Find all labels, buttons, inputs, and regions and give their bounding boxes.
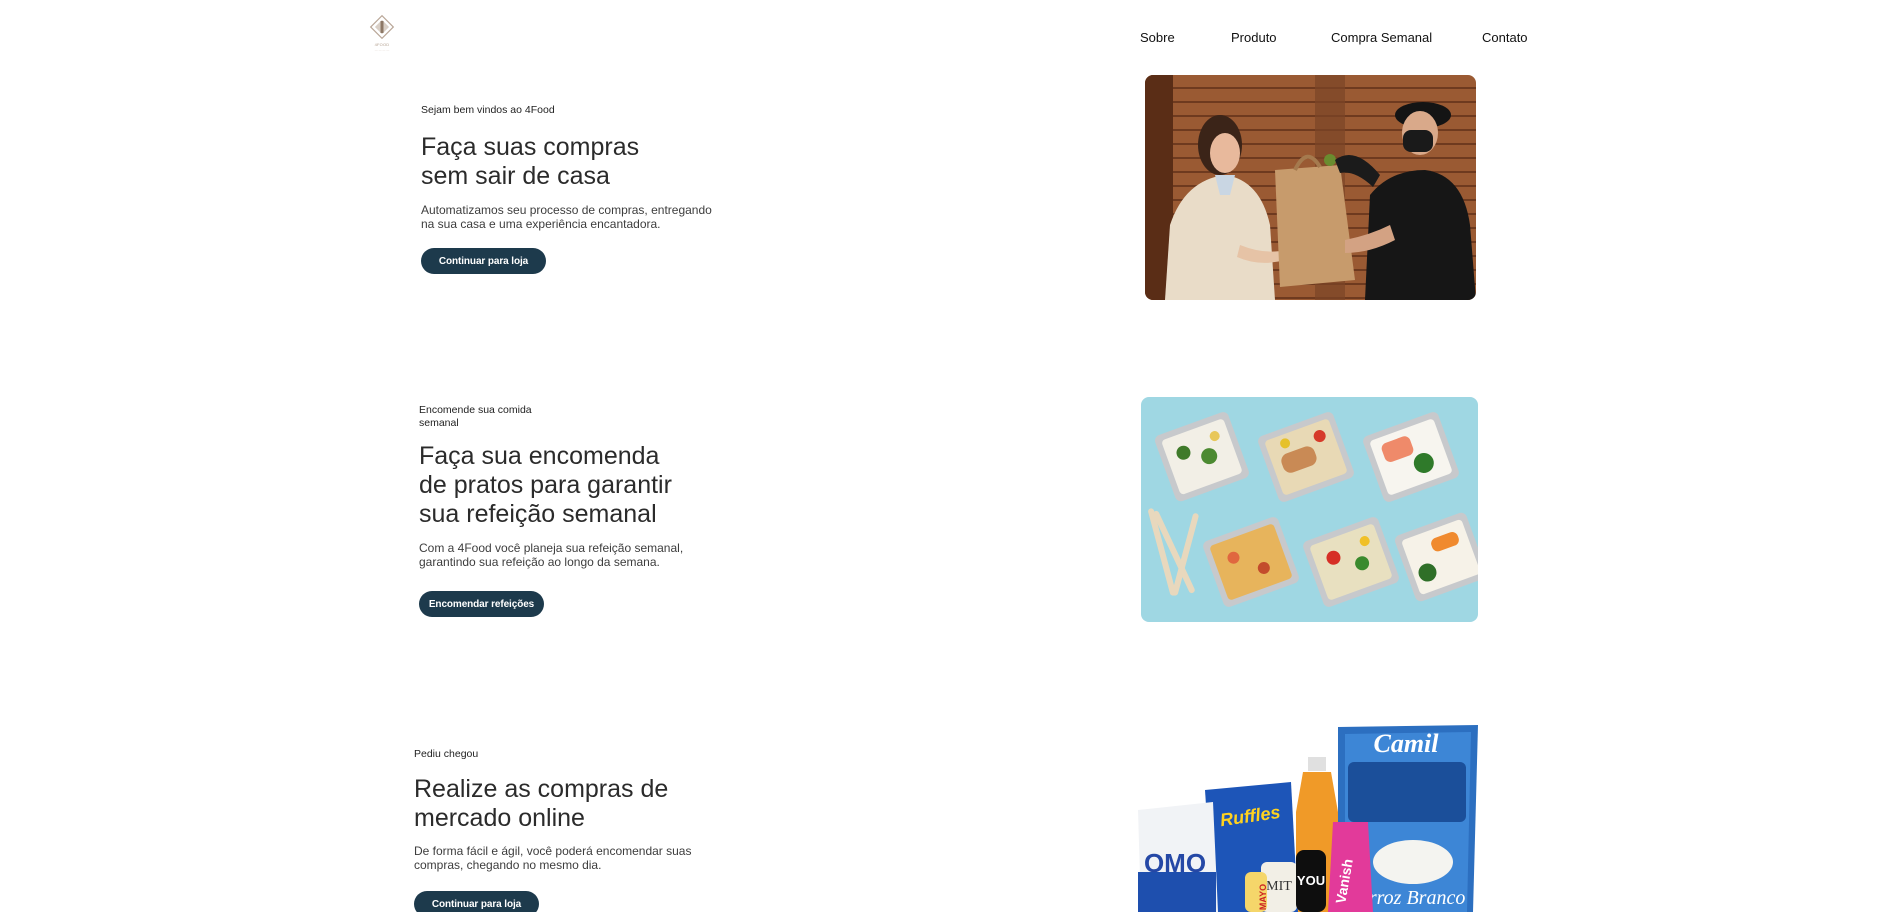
market-title-line: Realize as compras de: [414, 775, 669, 803]
hero-title-line: Faça suas compras: [421, 133, 640, 161]
market-section: Pediu chegou Realize as compras de merca…: [414, 748, 691, 872]
hero-eyebrow: Sejam bem vindos ao 4Food: [421, 104, 555, 116]
grocery-products-photo: Camil Arroz Branco Vanish Ruffles OMO MI…: [1133, 722, 1483, 912]
market-desc-line: compras, chegando no mesmo dia.: [414, 858, 602, 872]
nav-contato[interactable]: Contato: [1482, 30, 1528, 45]
mit-text: MIT: [1266, 879, 1292, 894]
you-text: YOU: [1297, 873, 1325, 888]
market-eyebrow: Pediu chegou: [414, 748, 479, 760]
camil-brand-text: Camil: [1373, 729, 1439, 758]
weekly-eyebrow: Encomende sua comida semanal: [419, 404, 683, 430]
weekly-eyebrow-line: Encomende sua comida: [419, 404, 532, 416]
omo-text: OMO: [1144, 848, 1206, 878]
weekly-title-line: sua refeição semanal: [419, 500, 657, 528]
meals-photo: [1141, 397, 1478, 622]
hero-title: Faça suas compras sem sair de casa: [421, 133, 712, 191]
logo[interactable]: 4FOOD — — — —: [365, 14, 399, 58]
mayo-text: MAYO: [1258, 884, 1268, 910]
diamond-logo-icon: [369, 14, 395, 40]
weekly-section: Encomende sua comida semanal Faça sua en…: [419, 404, 683, 569]
nav-compra-semanal[interactable]: Compra Semanal: [1331, 30, 1432, 45]
weekly-title-line: Faça sua encomenda: [419, 442, 660, 470]
hero-description: Automatizamos seu processo de compras, e…: [421, 203, 712, 231]
nav-produto[interactable]: Produto: [1231, 30, 1277, 45]
logo-caption: 4FOOD: [374, 42, 390, 47]
hero-desc-line: na sua casa e uma experiência encantador…: [421, 217, 661, 231]
hero-section: Sejam bem vindos ao 4Food Faça suas comp…: [421, 104, 712, 231]
weekly-title-line: de pratos para garantir: [419, 471, 672, 499]
weekly-desc-line: garantindo sua refeição ao longo da sema…: [419, 555, 660, 569]
weekly-eyebrow-line: semanal: [419, 417, 459, 429]
hero-title-line: sem sair de casa: [421, 162, 610, 190]
market-description: De forma fácil e ágil, você poderá encom…: [414, 844, 691, 872]
continue-to-store-button[interactable]: Continuar para loja: [421, 248, 546, 274]
nav-sobre[interactable]: Sobre: [1140, 30, 1175, 45]
weekly-title: Faça sua encomenda de pratos para garant…: [419, 442, 683, 529]
hero-desc-line: Automatizamos seu processo de compras, e…: [421, 203, 712, 217]
grocery-illustration: Camil Arroz Branco Vanish Ruffles OMO MI…: [1138, 725, 1478, 912]
continue-to-store-button-2[interactable]: Continuar para loja: [414, 891, 539, 912]
delivery-photo: [1145, 75, 1476, 300]
order-meals-button[interactable]: Encomendar refeições: [419, 591, 544, 617]
weekly-desc-line: Com a 4Food você planeja sua refeição se…: [419, 541, 684, 555]
weekly-description: Com a 4Food você planeja sua refeição se…: [419, 541, 683, 569]
meals-illustration: [1141, 397, 1478, 622]
logo-tagline: — — — —: [374, 48, 390, 52]
market-title: Realize as compras de mercado online: [414, 775, 691, 833]
market-desc-line: De forma fácil e ágil, você poderá encom…: [414, 844, 692, 858]
delivery-illustration: [1145, 75, 1476, 300]
market-title-line: mercado online: [414, 804, 585, 832]
